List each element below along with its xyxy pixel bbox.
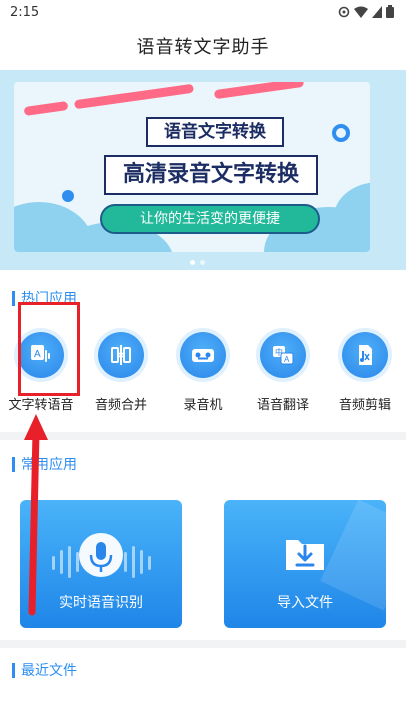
section-marker (12, 290, 15, 306)
app-label: 音频剪辑 (338, 398, 391, 413)
waveform-bar (68, 546, 71, 578)
banner-slogan: 让你的生活变的更便捷 (100, 204, 320, 234)
app-label: 音频合并 (94, 398, 147, 413)
banner-tag-secondary: 高清录音文字转换 (104, 155, 318, 195)
microphone-icon (79, 533, 123, 577)
app-label: 语音翻译 (256, 398, 309, 413)
waveform-bar (132, 546, 135, 578)
status-time: 2:15 (10, 5, 40, 20)
section-divider (0, 640, 406, 648)
waveform-bar (60, 550, 63, 574)
highlight-annotation-box (18, 302, 80, 396)
waveform-bar (140, 550, 143, 574)
section-common-apps-title: 常用应用 (12, 454, 77, 474)
banner-stripe (23, 100, 69, 117)
battery-icon (386, 5, 394, 18)
banner-tag-primary: 语音文字转换 (146, 117, 284, 147)
banner-dot (62, 190, 74, 202)
section-divider (0, 432, 406, 440)
section-label: 最近文件 (21, 663, 77, 679)
signal-icon (372, 5, 382, 18)
card-realtime-recognition[interactable]: 实时语音识别 (20, 500, 182, 628)
section-recent-files-title: 最近文件 (12, 660, 77, 680)
promo-banner[interactable]: 语音文字转换 高清录音文字转换 让你的生活变的更便捷 (0, 70, 406, 270)
banner-page-indicator (190, 260, 205, 265)
common-apps-cards: 实时语音识别 导入文件 (0, 500, 406, 628)
audio-cut-icon (342, 332, 388, 378)
card-label: 实时语音识别 (59, 595, 143, 611)
banner-card: 语音文字转换 高清录音文字转换 让你的生活变的更便捷 (14, 82, 370, 252)
svg-text:A: A (284, 355, 290, 364)
status-icons (338, 5, 394, 18)
recorder-icon (180, 332, 226, 378)
app-header: 语音转文字助手 (0, 28, 406, 70)
voice-translate-icon: 中A (260, 332, 306, 378)
app-label: 录音机 (183, 398, 223, 413)
banner-stripe (73, 83, 195, 110)
banner-ring (332, 124, 350, 142)
card-label: 导入文件 (277, 595, 333, 611)
status-bar: 2:15 (0, 0, 406, 28)
app-recorder[interactable]: 录音机 (162, 328, 244, 413)
wifi-icon (354, 6, 368, 18)
banner-stripe (213, 82, 305, 100)
app-label: 文字转语音 (8, 398, 74, 413)
app-voice-translate[interactable]: 中A 语音翻译 (242, 328, 324, 413)
app-audio-cut[interactable]: 音频剪辑 (324, 328, 406, 413)
import-file-icon (286, 540, 324, 570)
waveform-bar (52, 556, 55, 570)
app-audio-merge[interactable]: 音频合并 (80, 328, 162, 413)
section-marker (12, 456, 15, 472)
indicator-dot-active (190, 260, 195, 265)
waveform-bar (148, 556, 151, 570)
card-import-file[interactable]: 导入文件 (224, 500, 386, 628)
page-title: 语音转文字助手 (136, 37, 270, 58)
audio-merge-icon (98, 332, 144, 378)
settings-gear-icon (338, 6, 350, 17)
section-label: 常用应用 (21, 457, 77, 473)
section-marker (12, 662, 15, 678)
indicator-dot (200, 260, 205, 265)
